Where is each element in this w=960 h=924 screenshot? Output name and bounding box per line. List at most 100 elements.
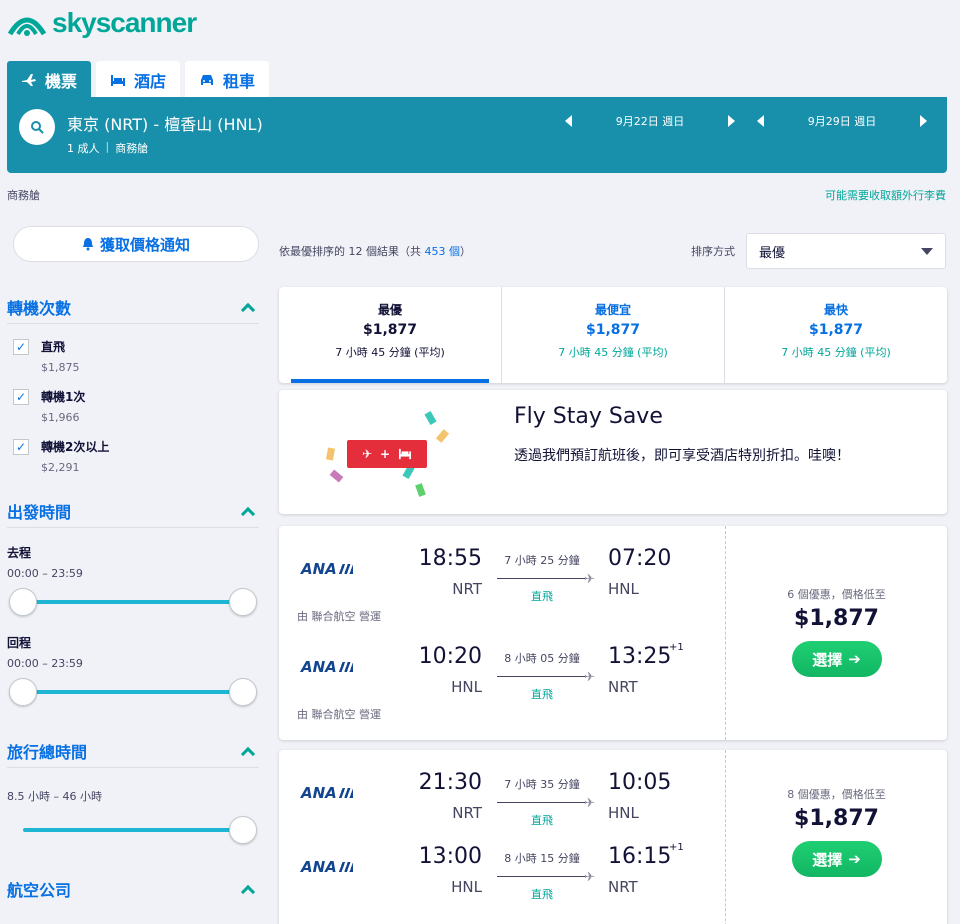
passenger-cabin-info[interactable]: 1 成人 | 商務艙 — [67, 140, 148, 156]
arrival-airport: HNL — [608, 804, 639, 822]
result-count-suffix: ） — [460, 245, 471, 258]
plane-icon: ✈ — [361, 447, 372, 461]
stop-option-direct[interactable]: ✓ 直飛 $1,875 — [13, 338, 259, 374]
sort-tab-title: 最快 — [823, 303, 848, 317]
slider-handle-max[interactable] — [229, 816, 257, 844]
arrival-airport: NRT — [608, 678, 638, 696]
arrow-right-icon: ➔ — [848, 650, 861, 668]
sort-tab-fastest[interactable]: 最快 $1,877 7 小時 45 分鐘 (平均) — [724, 287, 947, 383]
search-button[interactable] — [19, 109, 55, 145]
result-count-prefix: 依最優排序的 12 個結果（共 — [279, 245, 425, 258]
price-alert-button[interactable]: 獲取價格通知 — [13, 226, 259, 262]
times-filter-title: 出發時間 — [7, 502, 72, 522]
stops-info: 直飛 — [531, 590, 553, 603]
duration-filter-title: 旅行總時間 — [7, 742, 88, 762]
passenger-count: 1 成人 — [67, 142, 100, 155]
deals-count: 6 個優惠，價格低至 — [787, 588, 886, 601]
next-date-icon[interactable] — [920, 115, 927, 127]
sort-tab-cheapest[interactable]: 最便宜 $1,877 7 小時 45 分鐘 (平均) — [501, 287, 724, 383]
tab-cars[interactable]: 租車 — [185, 61, 270, 98]
fly-stay-save-banner[interactable]: ✈ + Fly Stay Save 透過我們預訂航班後，即可享受酒店特別折扣。哇… — [279, 390, 947, 514]
sort-tab-price: $1,877 — [362, 322, 418, 338]
stops-filter-header[interactable]: 轉機次數 — [7, 290, 259, 324]
select-button[interactable]: 選擇 ➔ — [791, 641, 882, 677]
sort-tab-best[interactable]: 最優 $1,877 7 小時 45 分鐘 (平均) — [279, 287, 501, 383]
chevron-up-icon[interactable] — [240, 884, 256, 900]
tab-hotels[interactable]: 酒店 — [96, 61, 181, 98]
slider-handle-min[interactable] — [9, 588, 37, 616]
duration-slider[interactable] — [7, 814, 259, 846]
chevron-up-icon[interactable] — [240, 302, 256, 317]
flight-duration: 8 小時 05 分鐘 — [504, 652, 580, 665]
baggage-fee-link[interactable]: 可能需要收取額外行李費 — [825, 187, 946, 203]
result-total-link[interactable]: 453 個 — [425, 245, 461, 258]
airline-name: ANA — [301, 560, 337, 578]
skyscanner-logo[interactable]: skyscanner — [6, 6, 197, 40]
arrival-time: 13:25 — [608, 644, 672, 669]
deals-count: 8 個優惠，價格低至 — [787, 788, 886, 801]
tab-label: 酒店 — [134, 71, 167, 91]
slider-handle-min[interactable] — [9, 678, 37, 706]
search-summary-bar[interactable]: 東京 (NRT) - 檀香山 (HNL) 1 成人 | 商務艙 9月22日 週日… — [7, 97, 947, 173]
departure-airport: HNL — [451, 878, 482, 896]
depart-date-picker: 9月22日 週日 — [565, 113, 735, 129]
prev-date-icon[interactable] — [565, 115, 572, 127]
duration-filter-header[interactable]: 旅行總時間 — [7, 734, 259, 768]
checkbox[interactable]: ✓ — [13, 439, 29, 455]
route-text[interactable]: 東京 (NRT) - 檀香山 (HNL) — [67, 111, 263, 135]
cabin-label: 商務艙 — [7, 189, 40, 202]
flight-hotel-badge: ✈ + — [347, 440, 427, 468]
confetti-icon — [435, 429, 450, 443]
flight-duration: 8 小時 15 分鐘 — [504, 852, 580, 865]
airline-logo: ANA — [301, 560, 353, 578]
stop-label: 直飛 — [41, 340, 66, 354]
select-label: 選擇 — [812, 850, 843, 869]
slider-handle-max[interactable] — [229, 678, 257, 706]
airlines-filter-title: 航空公司 — [7, 881, 72, 900]
tab-flights[interactable]: 機票 — [7, 61, 92, 98]
ana-stripes-icon — [338, 788, 353, 798]
route-line — [497, 876, 587, 877]
chevron-up-icon[interactable] — [240, 506, 256, 521]
chevron-down-icon — [921, 247, 933, 255]
flight-result-card[interactable]: ANA 21:30 NRT 7 小時 35 分鐘 ✈ 直飛 10:05 HNL … — [279, 750, 947, 924]
times-filter-header[interactable]: 出發時間 — [7, 494, 259, 528]
flight-result-card[interactable]: ANA 18:55 NRT 7 小時 25 分鐘 ✈ 直飛 07:20 HNL … — [279, 526, 947, 740]
operated-by: 由 聯合航空 營運 — [297, 708, 381, 721]
search-icon — [31, 121, 44, 134]
select-button[interactable]: 選擇 ➔ — [791, 841, 882, 877]
tab-label: 租車 — [223, 71, 256, 91]
car-icon — [201, 74, 214, 85]
prev-date-icon[interactable] — [757, 115, 764, 127]
slider-handle-max[interactable] — [229, 588, 257, 616]
stops-info: 直飛 — [531, 688, 553, 701]
outbound-time-slider[interactable] — [7, 586, 259, 618]
select-label: 選擇 — [812, 650, 843, 669]
return-range: 00:00 – 23:59 — [7, 657, 83, 670]
return-time-slider[interactable] — [7, 676, 259, 708]
sort-tabs: 最優 $1,877 7 小時 45 分鐘 (平均) 最便宜 $1,877 7 小… — [279, 287, 947, 383]
return-label: 回程 — [7, 636, 32, 650]
stop-price: $1,875 — [41, 361, 80, 374]
next-date-icon[interactable] — [728, 115, 735, 127]
active-tab-indicator — [291, 379, 489, 383]
stops-info: 直飛 — [531, 888, 553, 901]
stop-option-two-plus[interactable]: ✓ 轉機2次以上 $2,291 — [13, 438, 259, 474]
sort-label: 排序方式 — [691, 245, 735, 258]
confetti-icon — [424, 411, 437, 425]
flight-duration: 7 小時 35 分鐘 — [504, 778, 580, 791]
plane-icon: ✈ — [584, 870, 595, 885]
stop-option-one-stop[interactable]: ✓ 轉機1次 $1,966 — [13, 388, 259, 424]
chevron-up-icon[interactable] — [240, 746, 256, 761]
checkbox[interactable]: ✓ — [13, 389, 29, 405]
return-date[interactable]: 9月29日 週日 — [764, 113, 920, 129]
airlines-filter-header[interactable]: 航空公司 — [7, 872, 259, 906]
arrival-airport: HNL — [608, 580, 639, 598]
checkbox[interactable]: ✓ — [13, 339, 29, 355]
outbound-label: 去程 — [7, 546, 32, 560]
depart-date[interactable]: 9月22日 週日 — [572, 113, 728, 129]
outbound-leg: ANA 18:55 NRT 7 小時 25 分鐘 ✈ 直飛 07:20 HNL — [279, 538, 725, 618]
plane-icon — [22, 73, 36, 86]
sort-select[interactable]: 最優 — [746, 233, 946, 269]
confetti-icon — [415, 483, 426, 497]
